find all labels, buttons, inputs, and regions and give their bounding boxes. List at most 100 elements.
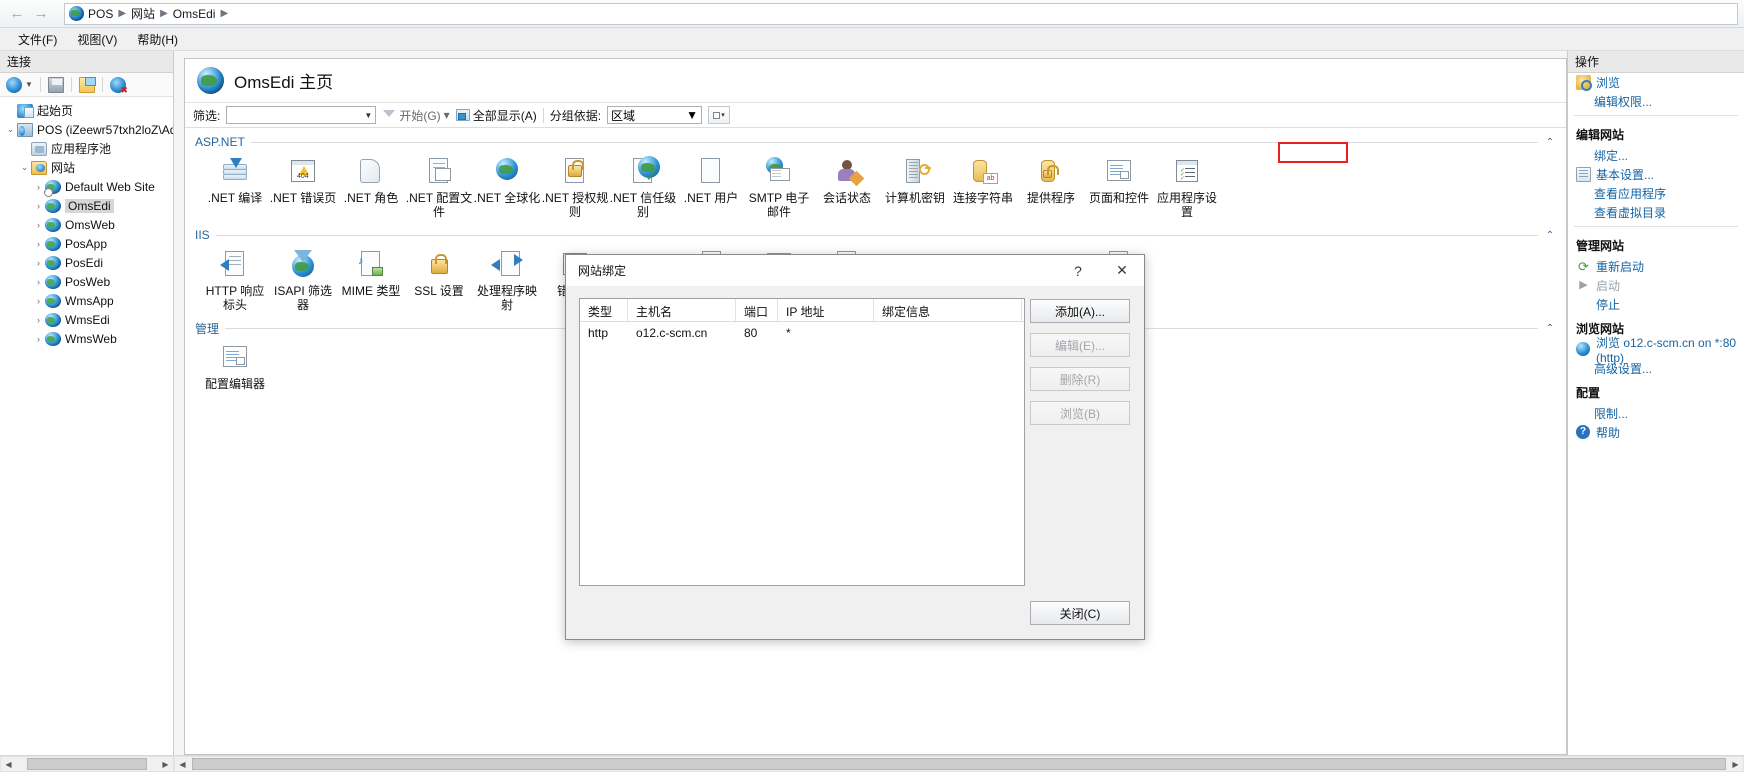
column-header-ip[interactable]: IP 地址 (778, 299, 874, 321)
expand-toggle-icon[interactable]: › (32, 277, 45, 287)
chevron-down-icon[interactable]: ▾ (444, 108, 450, 122)
feature-tile-net-error-pages-icon[interactable]: 404 .NET 错误页 (269, 156, 337, 219)
feature-tile-net-authorization-rules-icon[interactable]: .NET 授权规则 (541, 156, 609, 219)
action-item-help-icon[interactable]: ? 帮助 (1568, 423, 1744, 442)
expand-toggle-icon[interactable]: ⌄ (18, 162, 31, 173)
action-item-browse-site-icon[interactable]: 浏览 o12.c-scm.cn on *:80 (http) (1568, 336, 1744, 365)
tree-item-POS[interactable]: ⌄ POS (iZeewr57txh2loZ\Adm (0, 120, 173, 139)
column-header-host[interactable]: 主机名 (628, 299, 736, 321)
expand-toggle-icon[interactable]: ⌄ (4, 124, 17, 135)
breadcrumb-item-0[interactable]: POS ▶ (88, 7, 131, 21)
close-icon[interactable]: ✕ (1100, 255, 1144, 286)
feature-tile-net-compilation-icon[interactable]: .NET 编译 (201, 156, 269, 219)
tree-item-WmsWeb[interactable]: › WmsWeb (0, 329, 173, 348)
scroll-right-icon[interactable]: ▶ (158, 760, 173, 769)
expand-toggle-icon[interactable]: › (32, 182, 45, 192)
chevron-down-icon[interactable]: ▼ (25, 80, 33, 89)
filter-start-button[interactable]: 开始(G) ▾ (382, 107, 450, 124)
back-arrow-icon[interactable]: ← (6, 3, 28, 25)
action-item-item[interactable]: 编辑权限... (1568, 92, 1744, 111)
tree-item-OmsEdi[interactable]: › OmsEdi (0, 196, 173, 215)
tree-item-WmsApp[interactable]: › WmsApp (0, 291, 173, 310)
action-item-restart-icon[interactable]: ⟳ 重新启动 (1568, 257, 1744, 276)
feature-tile-connection-strings-icon[interactable]: ab 连接字符串 (949, 156, 1017, 219)
column-header-port[interactable]: 端口 (736, 299, 778, 321)
collapse-section-icon[interactable]: ⌃ (1544, 323, 1556, 334)
expand-toggle-icon[interactable]: › (32, 296, 45, 306)
group-by-select[interactable]: 区域 ▼ (607, 106, 703, 124)
chevron-down-icon[interactable]: ▼ (364, 111, 372, 120)
feature-tile-net-globalization-icon[interactable]: .NET 全球化 (473, 156, 541, 219)
feature-tile-configuration-editor-icon[interactable]: 配置编辑器 (201, 342, 269, 391)
filter-input[interactable]: ▼ (226, 106, 377, 124)
expand-toggle-icon[interactable]: › (32, 239, 45, 249)
feature-tile-net-users-icon[interactable]: .NET 用户 (677, 156, 745, 219)
tree-item-PosEdi[interactable]: › PosEdi (0, 253, 173, 272)
feature-tile-isapi-filters-icon[interactable]: ISAPI 筛选器 (269, 249, 337, 312)
tree-item-WmsEdi[interactable]: › WmsEdi (0, 310, 173, 329)
feature-tile-pages-and-controls-icon[interactable]: 页面和控件 (1085, 156, 1153, 219)
tree-item-OmsWeb[interactable]: › OmsWeb (0, 215, 173, 234)
add-binding-button[interactable]: 添加(A)... (1030, 299, 1130, 323)
collapse-section-icon[interactable]: ⌃ (1544, 230, 1556, 241)
menu-item-view[interactable]: 视图(V) (67, 28, 127, 51)
action-item-item[interactable]: 查看应用程序 (1568, 184, 1744, 203)
tree-item-PosApp[interactable]: › PosApp (0, 234, 173, 253)
expand-toggle-icon[interactable]: › (32, 315, 45, 325)
action-item-item[interactable]: 限制... (1568, 404, 1744, 423)
feature-tile-session-state-icon[interactable]: 会话状态 (813, 156, 881, 219)
delete-connection-icon[interactable] (109, 76, 128, 96)
scroll-left-icon[interactable]: ◀ (1, 760, 16, 769)
scroll-left-icon[interactable]: ◀ (175, 760, 190, 769)
tree-item-PosWeb[interactable]: › PosWeb (0, 272, 173, 291)
expand-toggle-icon[interactable]: › (32, 258, 45, 268)
breadcrumb-item-2[interactable]: OmsEdi ▶ (173, 7, 233, 21)
close-dialog-button[interactable]: 关闭(C) (1030, 601, 1130, 625)
feature-tile-net-roles-icon[interactable]: .NET 角色 (337, 156, 405, 219)
breadcrumb-item-1[interactable]: 网站 ▶ (131, 5, 173, 22)
forward-arrow-icon[interactable]: → (30, 3, 52, 25)
scroll-right-icon[interactable]: ▶ (1728, 760, 1743, 769)
connect-icon[interactable] (6, 76, 22, 93)
feature-tile-providers-icon[interactable]: 提供程序 (1017, 156, 1085, 219)
feature-tile-mime-types-icon[interactable]: ♪ MIME 类型 (337, 249, 405, 312)
action-item-item[interactable]: 绑定... (1568, 146, 1744, 165)
connections-hscrollbar[interactable]: ◀ ▶ (0, 756, 174, 772)
feature-tile-net-profile-icon[interactable]: .NET 配置文件 (405, 156, 473, 219)
tree-item-应用程序池[interactable]: 应用程序池 (0, 139, 173, 158)
menu-item-help[interactable]: 帮助(H) (127, 28, 188, 51)
column-header-binding-info[interactable]: 绑定信息 (874, 299, 1022, 321)
actions-list[interactable]: 浏览 编辑权限... 编辑网站 绑定... 基本设置... 查看应用程序 查看虚拟目录 管理网… (1568, 73, 1744, 755)
chevron-down-icon[interactable]: ▼ (686, 108, 698, 122)
feature-tile-net-trust-levels-icon[interactable]: ✓ .NET 信任级别 (609, 156, 677, 219)
action-item-basic-settings-icon[interactable]: 基本设置... (1568, 165, 1744, 184)
feature-tile-ssl-settings-icon[interactable]: SSL 设置 (405, 249, 473, 312)
action-item-item[interactable]: 查看虚拟目录 (1568, 203, 1744, 222)
help-icon[interactable]: ? (1056, 255, 1100, 286)
column-header-type[interactable]: 类型 (580, 299, 628, 321)
action-item-stop-icon[interactable]: 停止 (1568, 295, 1744, 314)
chevron-down-icon[interactable]: ▾ (721, 111, 725, 119)
breadcrumb[interactable]: POS ▶ 网站 ▶ OmsEdi ▶ (64, 2, 1738, 25)
view-mode-button[interactable]: ▾ (708, 106, 731, 124)
tree-item-起始页[interactable]: 起始页 (0, 101, 173, 120)
menu-item-file[interactable]: 文件(F) (8, 28, 67, 51)
feature-tile-handler-mappings-icon[interactable]: 处理程序映射 (473, 249, 541, 312)
expand-toggle-icon[interactable]: › (32, 201, 45, 211)
expand-toggle-icon[interactable]: › (32, 220, 45, 230)
content-hscrollbar[interactable]: ◀ ▶ (174, 756, 1744, 772)
filter-show-all-button[interactable]: 全部显示(A) (455, 107, 537, 124)
feature-tile-smtp-email-icon[interactable]: SMTP 电子邮件 (745, 156, 813, 219)
table-row[interactable]: http o12.c-scm.cn 80 * (580, 322, 1024, 343)
feature-tile-application-settings-icon[interactable]: ✓ 应用程序设置 (1153, 156, 1221, 219)
action-item-start-icon[interactable]: ▶ 启动 (1568, 276, 1744, 295)
feature-tile-http-response-headers-icon[interactable]: HTTP 响应标头 (201, 249, 269, 312)
collapse-section-icon[interactable]: ⌃ (1544, 137, 1556, 148)
tree-item-网站[interactable]: ⌄ 网站 (0, 158, 173, 177)
expand-toggle-icon[interactable]: › (32, 334, 45, 344)
save-icon[interactable] (47, 76, 64, 93)
open-folder-icon[interactable] (78, 76, 96, 93)
connections-tree[interactable]: 起始页 ⌄ POS (iZeewr57txh2loZ\Adm 应用程序池 ⌄ 网站 › Def… (0, 97, 173, 755)
tree-item-Default[interactable]: › Default Web Site (0, 177, 173, 197)
bindings-table[interactable]: 类型 主机名 端口 IP 地址 绑定信息 http o12.c-scm.cn 8… (579, 298, 1025, 586)
